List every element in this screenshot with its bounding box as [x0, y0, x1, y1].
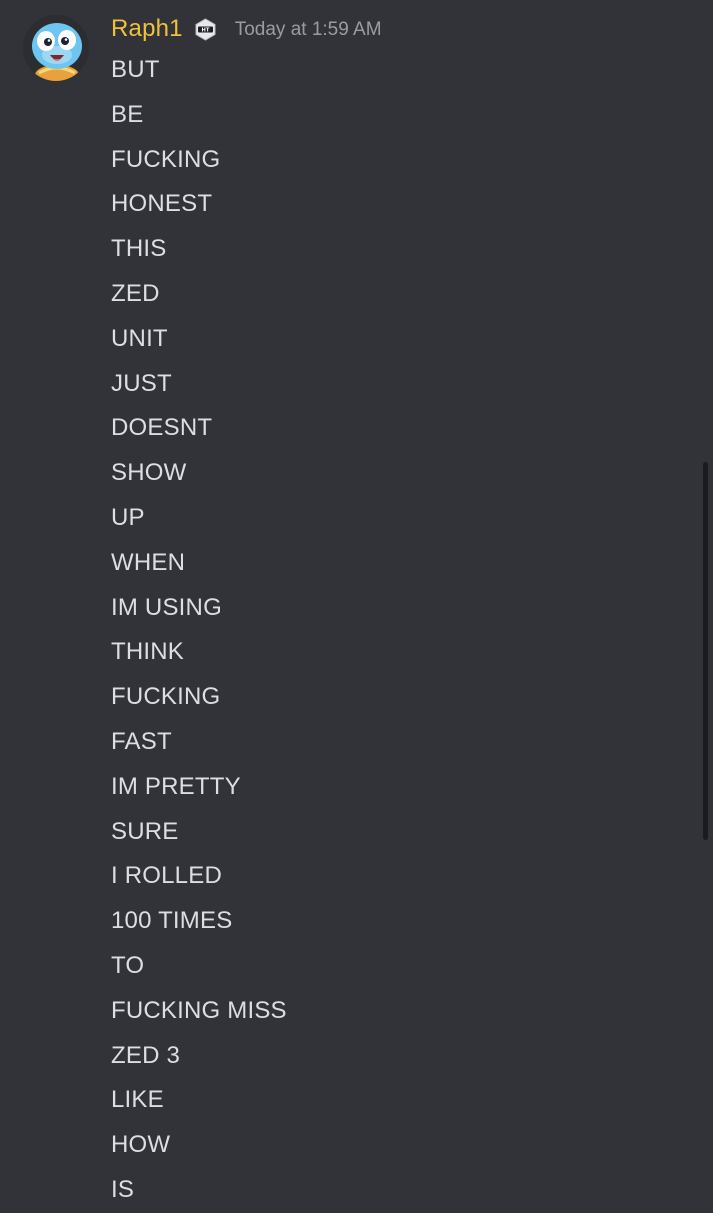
- message-line: IM USING: [111, 593, 222, 621]
- message-lines: BUT BE FUCKING HONEST THIS ZED UNIT JUST…: [111, 48, 287, 1213]
- message-line: DOESNT: [111, 414, 213, 442]
- message-line: HONEST: [111, 190, 213, 218]
- avatar[interactable]: [23, 15, 89, 81]
- squirtle-avatar-icon: [23, 15, 89, 81]
- author-name[interactable]: Raph1: [111, 15, 183, 43]
- message-line: FUCKING: [111, 683, 221, 711]
- message-line: IM PRETTY: [111, 772, 241, 800]
- server-badge-icon[interactable]: HT: [194, 17, 217, 41]
- scrollbar-thumb[interactable]: [703, 462, 708, 840]
- message-line: IS: [111, 1175, 135, 1203]
- message-timestamp[interactable]: Today at 1:59 AM: [235, 19, 382, 41]
- message-line: ZED 3: [111, 1041, 181, 1069]
- message-line: ZED: [111, 279, 160, 307]
- message-line: FUCKING: [111, 145, 221, 173]
- badge-text: HT: [201, 27, 209, 33]
- message-line: SHOW: [111, 459, 187, 487]
- message-line: WHEN: [111, 548, 186, 576]
- message-header: Raph1 HT Today at 1:59 AM: [111, 12, 382, 46]
- message-line: BUT: [111, 56, 160, 83]
- chat-message-group: Raph1 HT Today at 1:59 AM BUT BE FUCKING…: [0, 0, 713, 1203]
- message-line: THINK: [111, 638, 184, 666]
- message-line: JUST: [111, 369, 172, 397]
- message-line: THIS: [111, 235, 167, 263]
- message-line: SURE: [111, 817, 179, 845]
- message-line: TO: [111, 951, 145, 979]
- message-line: FUCKING MISS: [111, 996, 287, 1024]
- message-line: LIKE: [111, 1086, 164, 1114]
- message-line: 100 TIMES: [111, 907, 233, 935]
- message-line: I ROLLED: [111, 862, 222, 890]
- message-line: UNIT: [111, 324, 168, 352]
- message-line: BE: [111, 100, 144, 128]
- message-line: HOW: [111, 1131, 171, 1159]
- message-line: UP: [111, 503, 145, 531]
- message-line: FAST: [111, 727, 172, 755]
